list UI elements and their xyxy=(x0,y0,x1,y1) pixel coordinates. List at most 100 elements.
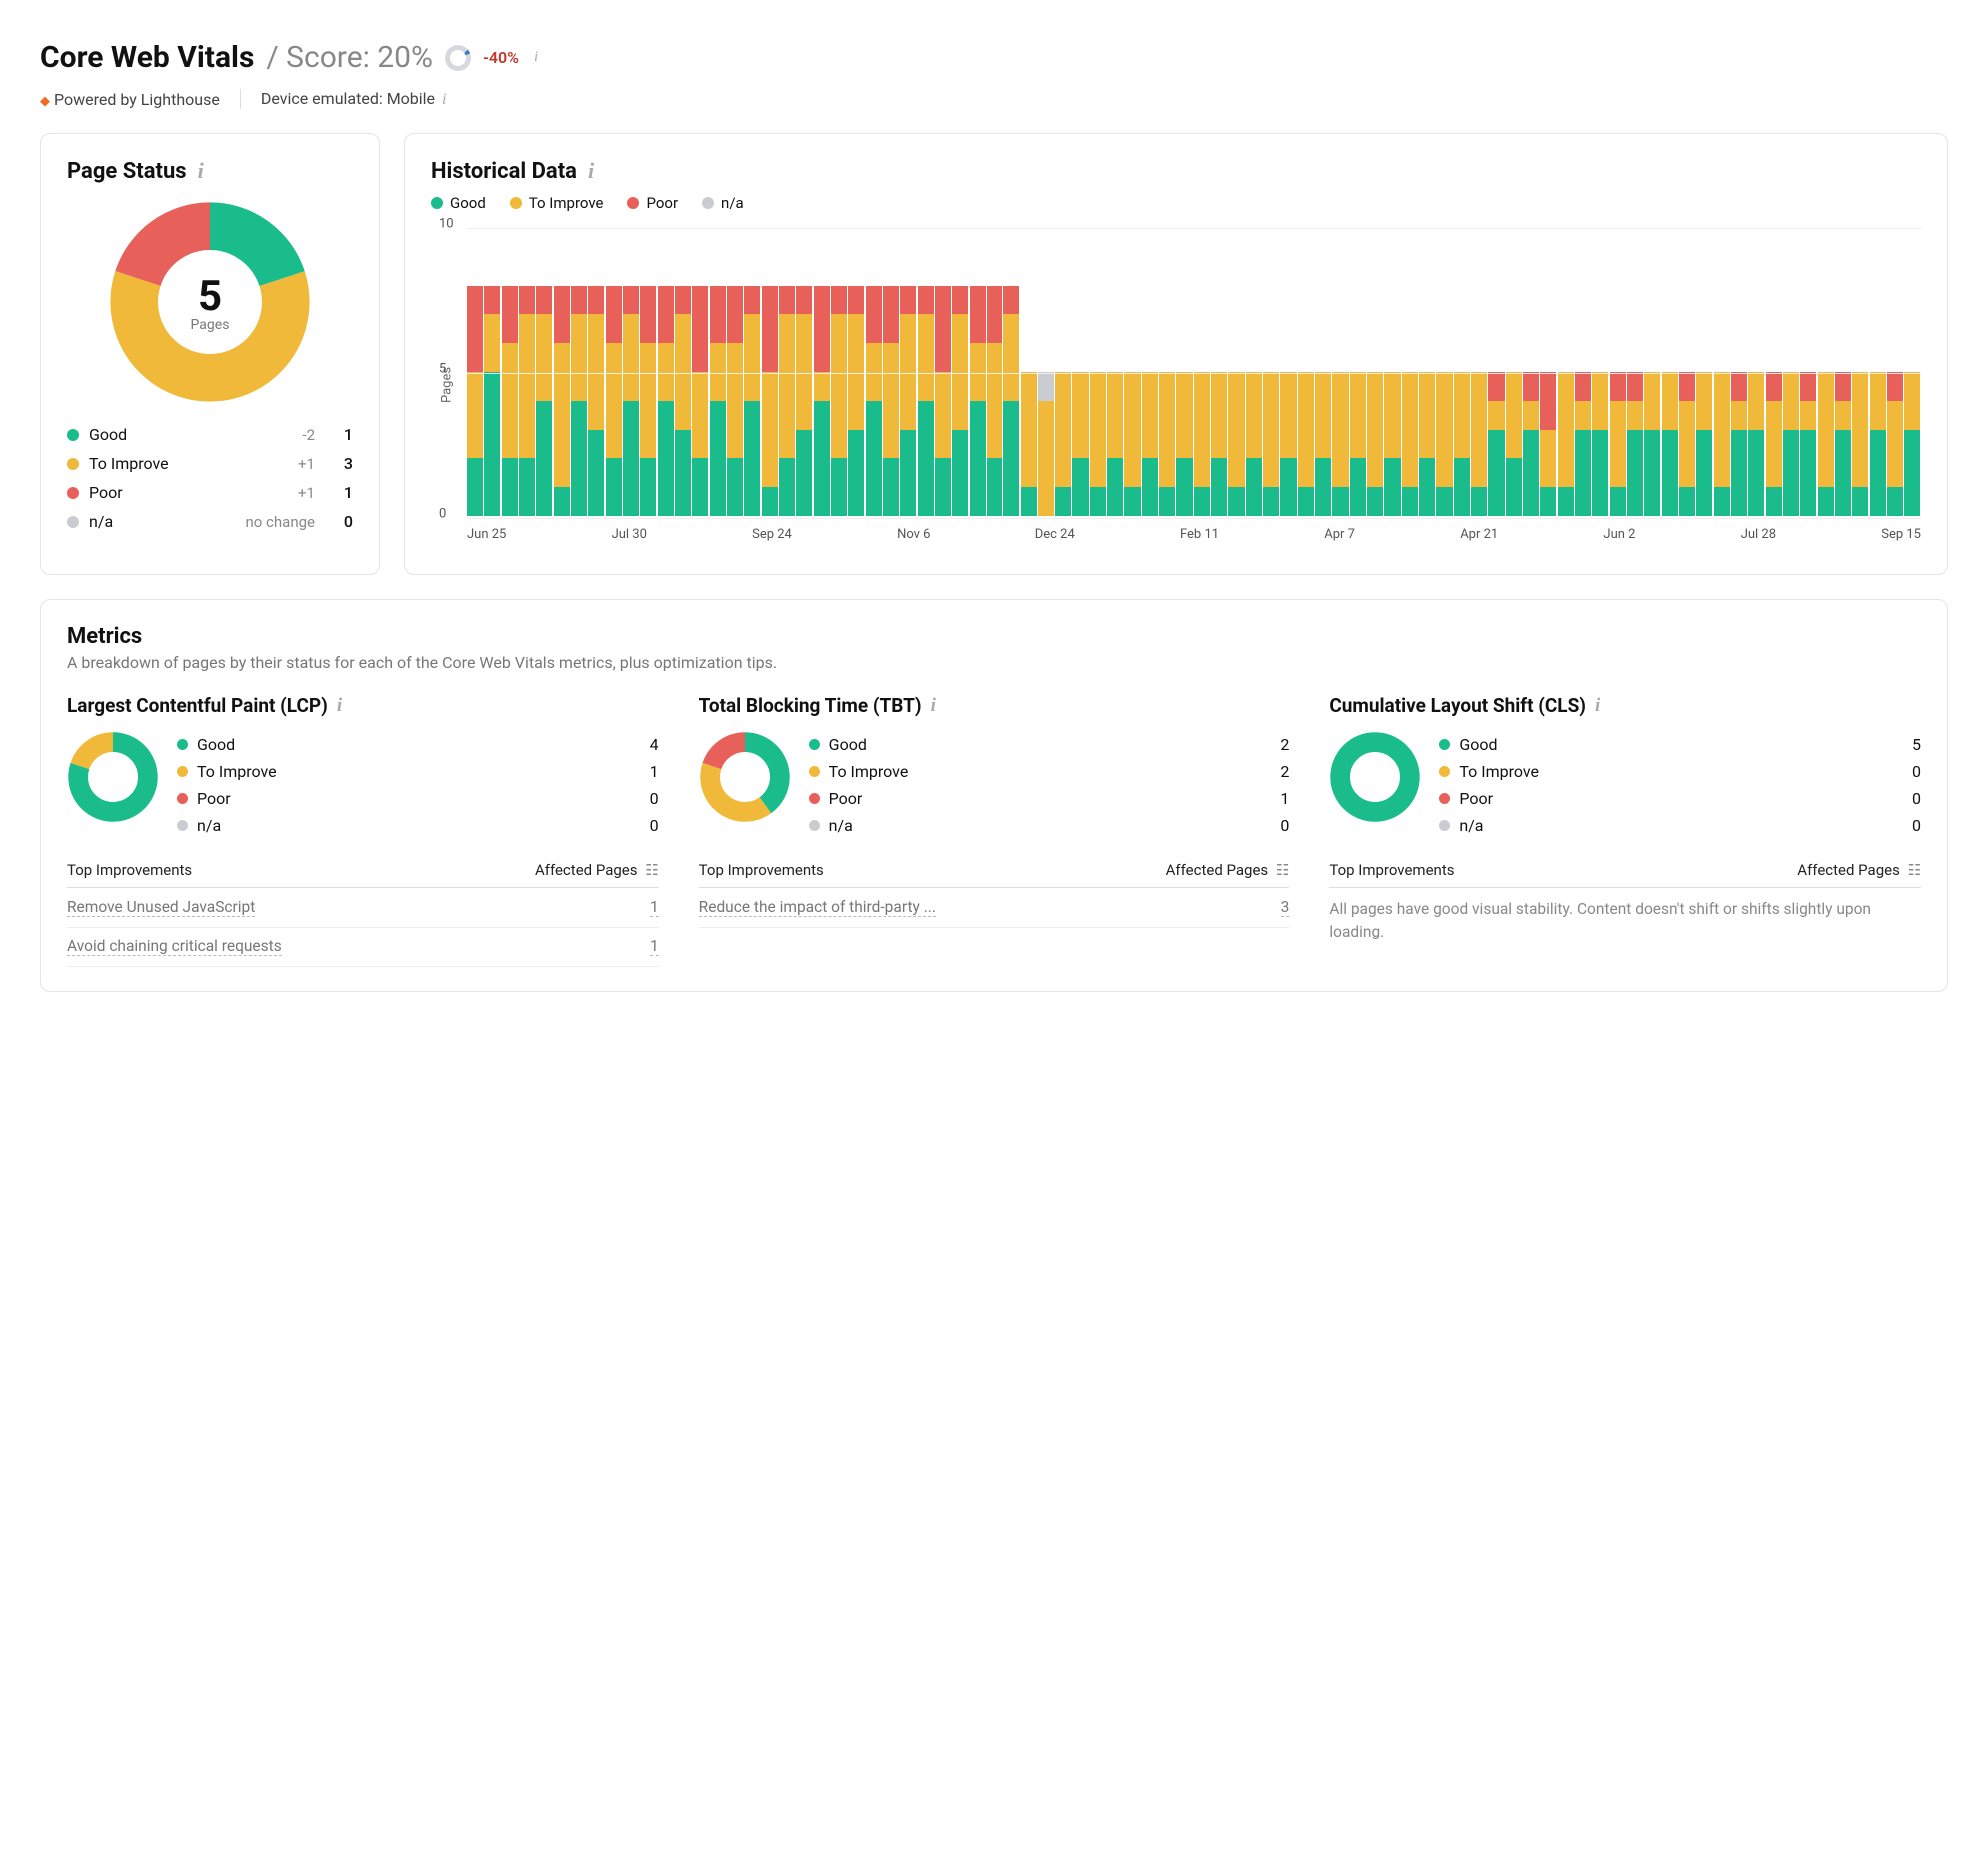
legend-row-good[interactable]: Good -2 1 xyxy=(67,420,353,449)
bar[interactable] xyxy=(1228,228,1244,516)
bar[interactable] xyxy=(1280,228,1296,516)
bar[interactable] xyxy=(519,228,535,516)
legend-item-na[interactable]: n/a xyxy=(702,194,744,212)
legend-row-poor[interactable]: Poor 0 xyxy=(177,785,659,812)
bar[interactable] xyxy=(1246,228,1262,516)
improvement-pages[interactable]: 1 xyxy=(650,937,659,956)
info-icon[interactable]: i xyxy=(334,695,345,717)
col-improvements[interactable]: Top Improvements xyxy=(699,861,824,879)
bar[interactable] xyxy=(1644,228,1660,516)
improvement-name[interactable]: Remove Unused JavaScript xyxy=(67,898,255,917)
bar[interactable] xyxy=(779,228,795,516)
bar[interactable] xyxy=(640,228,656,516)
col-affected-pages[interactable]: Affected Pages ☷ xyxy=(1797,861,1921,879)
sort-icon[interactable]: ☷ xyxy=(645,861,658,879)
bar[interactable] xyxy=(1488,228,1504,516)
improvement-row[interactable]: Reduce the impact of third-party ... 3 xyxy=(699,888,1290,928)
bar[interactable] xyxy=(623,228,639,516)
bar[interactable] xyxy=(1332,228,1348,516)
improvement-pages[interactable]: 1 xyxy=(650,898,659,917)
legend-row-good[interactable]: Good 2 xyxy=(809,731,1290,758)
legend-row-poor[interactable]: Poor 0 xyxy=(1439,785,1921,812)
bar[interactable] xyxy=(814,228,830,516)
bar[interactable] xyxy=(1870,228,1886,516)
bar[interactable] xyxy=(1731,228,1747,516)
bar[interactable] xyxy=(536,228,552,516)
improvement-pages[interactable]: 3 xyxy=(1281,898,1290,917)
bar[interactable] xyxy=(1696,228,1712,516)
bar[interactable] xyxy=(1124,228,1140,516)
bar[interactable] xyxy=(1315,228,1331,516)
bar[interactable] xyxy=(1211,228,1227,516)
legend-item-good[interactable]: Good xyxy=(431,194,486,212)
bar[interactable] xyxy=(1142,228,1158,516)
bar[interactable] xyxy=(1904,228,1920,516)
bar[interactable] xyxy=(1454,228,1470,516)
bar[interactable] xyxy=(588,228,604,516)
bar[interactable] xyxy=(1627,228,1643,516)
bar[interactable] xyxy=(1679,228,1695,516)
bar[interactable] xyxy=(1506,228,1522,516)
bar[interactable] xyxy=(1350,228,1366,516)
bar[interactable] xyxy=(883,228,899,516)
legend-item-improve[interactable]: To Improve xyxy=(510,194,604,212)
col-improvements[interactable]: Top Improvements xyxy=(67,861,192,879)
bar[interactable] xyxy=(796,228,812,516)
bar[interactable] xyxy=(658,228,674,516)
bar[interactable] xyxy=(1107,228,1123,516)
bar[interactable] xyxy=(900,228,916,516)
bar[interactable] xyxy=(1298,228,1314,516)
bar[interactable] xyxy=(571,228,587,516)
legend-item-poor[interactable]: Poor xyxy=(627,194,678,212)
legend-row-poor[interactable]: Poor 1 xyxy=(809,785,1290,812)
bar[interactable] xyxy=(1055,228,1071,516)
bar[interactable] xyxy=(918,228,934,516)
bar[interactable] xyxy=(831,228,847,516)
bar[interactable] xyxy=(762,228,778,516)
legend-row-good[interactable]: Good 5 xyxy=(1439,731,1921,758)
bar[interactable] xyxy=(848,228,864,516)
bar[interactable] xyxy=(1021,228,1037,516)
bar[interactable] xyxy=(1887,228,1903,516)
bar[interactable] xyxy=(1402,228,1418,516)
bar[interactable] xyxy=(484,228,500,516)
info-icon[interactable]: i xyxy=(1592,695,1603,717)
info-icon[interactable]: i xyxy=(195,158,207,184)
bar[interactable] xyxy=(1419,228,1435,516)
bar[interactable] xyxy=(1714,228,1730,516)
bar[interactable] xyxy=(1384,228,1400,516)
bar[interactable] xyxy=(554,228,570,516)
info-icon[interactable]: i xyxy=(585,158,597,184)
legend-row-na[interactable]: n/a 0 xyxy=(1439,812,1921,839)
bar[interactable] xyxy=(1662,228,1678,516)
bar[interactable] xyxy=(1592,228,1608,516)
legend-row-improve[interactable]: To Improve 1 xyxy=(177,758,659,785)
bar[interactable] xyxy=(1176,228,1192,516)
bar[interactable] xyxy=(1800,228,1816,516)
bar[interactable] xyxy=(1072,228,1088,516)
legend-row-improve[interactable]: To Improve +1 3 xyxy=(67,449,353,478)
bar[interactable] xyxy=(1159,228,1175,516)
bar[interactable] xyxy=(1835,228,1851,516)
bar[interactable] xyxy=(1194,228,1210,516)
bar[interactable] xyxy=(1748,228,1764,516)
bar[interactable] xyxy=(692,228,708,516)
col-affected-pages[interactable]: Affected Pages ☷ xyxy=(535,861,659,879)
bar[interactable] xyxy=(1575,228,1591,516)
info-icon[interactable]: i xyxy=(928,695,939,717)
bar[interactable] xyxy=(1852,228,1868,516)
legend-row-improve[interactable]: To Improve 0 xyxy=(1439,758,1921,785)
bar[interactable] xyxy=(987,228,1002,516)
bar[interactable] xyxy=(502,228,518,516)
bar[interactable] xyxy=(970,228,986,516)
bar[interactable] xyxy=(744,228,760,516)
bar[interactable] xyxy=(1783,228,1799,516)
improvement-row[interactable]: Remove Unused JavaScript 1 xyxy=(67,888,659,928)
bar[interactable] xyxy=(1367,228,1383,516)
bar[interactable] xyxy=(1436,228,1452,516)
bar[interactable] xyxy=(952,228,968,516)
bar[interactable] xyxy=(1818,228,1834,516)
legend-row-poor[interactable]: Poor +1 1 xyxy=(67,478,353,507)
bar[interactable] xyxy=(606,228,622,516)
bar[interactable] xyxy=(1003,228,1019,516)
